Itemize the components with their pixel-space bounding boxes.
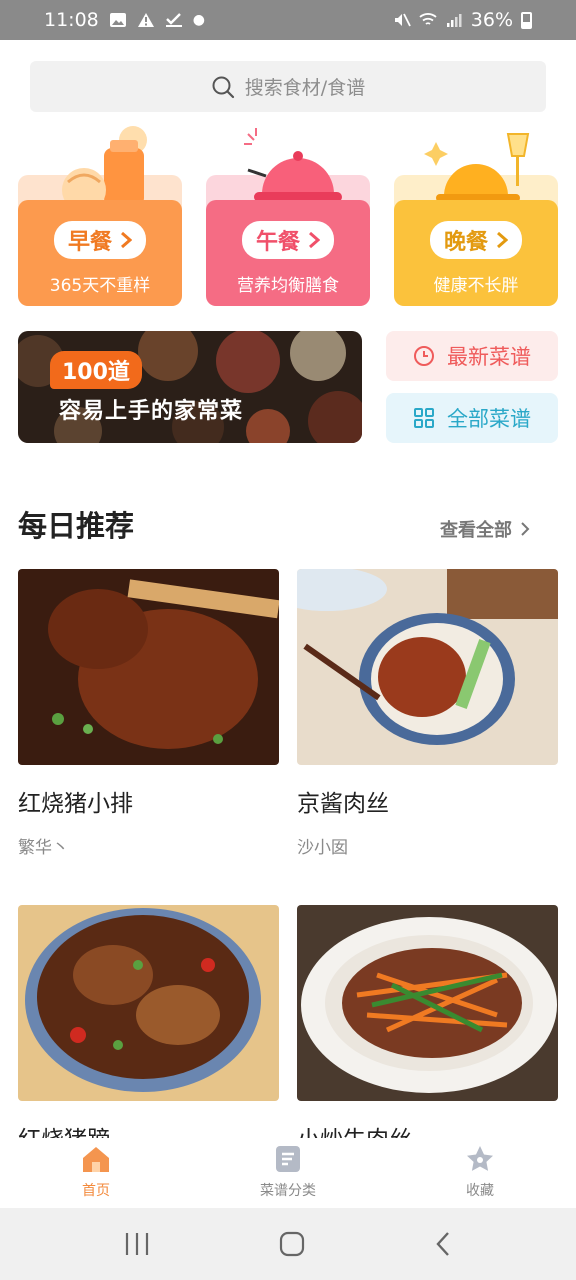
- breakfast-subtitle: 365天不重样: [49, 276, 151, 296]
- tab-home[interactable]: 首页: [0, 1138, 192, 1208]
- warning-icon: [137, 13, 154, 27]
- lunch-card[interactable]: 午餐 营养均衡膳食: [206, 120, 370, 308]
- dinner-pill: 晚餐: [429, 221, 522, 259]
- grid-icon: [414, 408, 434, 428]
- lunch-illustration: [244, 128, 342, 202]
- bottom-tab-bar: 首页 菜谱分类 收藏: [0, 1138, 576, 1208]
- chevron-right-icon: [497, 231, 508, 249]
- dinner-subtitle: 健康不长胖: [433, 276, 519, 296]
- battery-icon: [521, 11, 532, 29]
- search-input[interactable]: 搜索食材/食谱: [30, 61, 546, 112]
- status-time: 11:08: [44, 9, 99, 31]
- lunch-subtitle: 营养均衡膳食: [237, 276, 339, 296]
- dish-photo[interactable]: [297, 569, 558, 765]
- back-icon[interactable]: [433, 1230, 453, 1258]
- more-dot-icon: ●: [192, 12, 205, 28]
- signal-icon: [446, 14, 462, 27]
- status-bar: 11:08 ● 36%: [0, 0, 576, 40]
- home-button-icon[interactable]: [278, 1230, 306, 1258]
- latest-recipes-label: 最新菜谱: [447, 345, 531, 369]
- dish-author: 沙小囡: [297, 838, 348, 858]
- dinner-panel: 晚餐 健康不长胖: [394, 200, 558, 306]
- banner-badge: 100道: [50, 351, 142, 389]
- home-cooking-banner[interactable]: 100道 容易上手的家常菜: [18, 331, 362, 443]
- stir-fried-beef-photo: [297, 905, 558, 1101]
- breakfast-title: 早餐: [67, 230, 112, 255]
- see-all-link[interactable]: 查看全部: [440, 516, 530, 542]
- dinner-illustration: [424, 133, 530, 202]
- gallery-notification-icon: [109, 13, 126, 27]
- pork-ribs-photo: [18, 569, 279, 765]
- search-placeholder: 搜索食材/食谱: [244, 77, 366, 99]
- breakfast-panel: 早餐 365天不重样: [18, 200, 182, 306]
- battery-percent: 36%: [470, 9, 513, 31]
- breakfast-card[interactable]: 早餐 365天不重样: [18, 120, 182, 308]
- tab-recipe-category[interactable]: 菜谱分类: [192, 1138, 384, 1208]
- breakfast-illustration: [62, 126, 147, 210]
- recipe-book-icon: [276, 1146, 300, 1172]
- breakfast-pill: 早餐: [53, 221, 146, 259]
- home-icon: [83, 1147, 109, 1172]
- dinner-title: 晚餐: [443, 230, 488, 255]
- see-all-label: 查看全部: [440, 520, 512, 541]
- dish-photo[interactable]: [18, 569, 279, 765]
- lunch-panel: 午餐 营养均衡膳食: [206, 200, 370, 306]
- all-recipes-button[interactable]: 全部菜谱: [386, 393, 558, 443]
- lunch-pill: 午餐: [241, 221, 334, 259]
- dinner-card[interactable]: 晚餐 健康不长胖: [394, 120, 558, 308]
- dish-name[interactable]: 红烧猪蹄: [18, 1120, 110, 1138]
- all-recipes-label: 全部菜谱: [447, 407, 531, 431]
- search-icon: [212, 76, 234, 98]
- shredded-pork-photo: [297, 569, 558, 765]
- tab-recipe-category-label: 菜谱分类: [260, 1183, 316, 1199]
- daily-recommend-title: 每日推荐: [18, 509, 135, 543]
- lunch-title: 午餐: [255, 230, 300, 255]
- wifi-icon: [419, 13, 437, 25]
- dish-name[interactable]: 红烧猪小排: [18, 784, 133, 818]
- chevron-right-icon: [309, 231, 320, 249]
- dish-name[interactable]: 小炒牛肉丝: [297, 1120, 412, 1138]
- chevron-right-icon: [521, 522, 530, 536]
- chevron-right-icon: [121, 231, 132, 249]
- dish-name[interactable]: 京酱肉丝: [297, 784, 389, 818]
- tab-favorites[interactable]: 收藏: [384, 1138, 576, 1208]
- mute-icon: [394, 13, 411, 27]
- braised-trotters-photo: [18, 905, 279, 1101]
- dish-author: 繁华丶: [18, 838, 69, 858]
- latest-recipes-button[interactable]: 最新菜谱: [386, 331, 558, 381]
- tab-home-label: 首页: [82, 1183, 110, 1199]
- dish-photo[interactable]: [297, 905, 558, 1101]
- tab-favorites-label: 收藏: [466, 1183, 494, 1199]
- clock-icon: [414, 346, 434, 366]
- system-nav-bar: [0, 1208, 576, 1280]
- banner-text: 容易上手的家常菜: [59, 399, 244, 424]
- star-icon: [467, 1146, 493, 1171]
- check-download-icon: [165, 13, 182, 27]
- recent-apps-icon[interactable]: [123, 1231, 151, 1257]
- dish-photo[interactable]: [18, 905, 279, 1101]
